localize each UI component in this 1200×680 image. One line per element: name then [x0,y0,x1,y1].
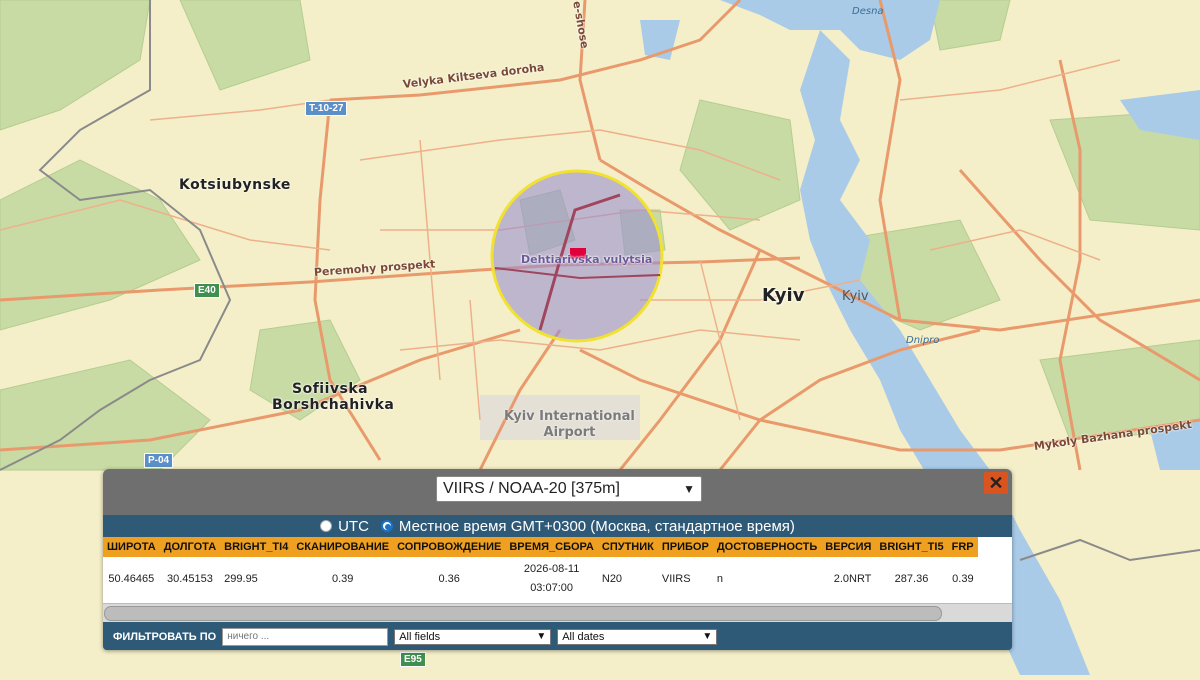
column-header[interactable]: ПРИБОР [657,537,713,557]
horizontal-scrollbar[interactable] [103,603,1012,622]
column-header[interactable]: ДОСТОВЕРНОСТЬ [712,537,822,557]
cell-satellite: N20 [601,572,623,585]
city-label-kyiv: Kyiv [762,285,805,306]
column-header[interactable]: ДОЛГОТА [159,537,221,557]
filter-label: ФИЛЬТРОВАТЬ ПО [113,630,217,643]
cell-date: 2026-08-11 [523,563,580,575]
column-header[interactable]: ШИРОТА [103,537,160,557]
airport-label-line1: Kyiv International [504,409,635,424]
column-header[interactable]: FRP [947,537,978,557]
road-shield-e40: E40 [194,283,220,298]
filter-input[interactable] [222,627,389,646]
place-label-borshchahivka: Borshchahivka [272,397,395,413]
local-time-radio[interactable] [380,520,393,532]
timezone-selector: UTC Местное время GMT+0300 (Москва, стан… [103,515,1012,537]
airport-label-line2: Airport [543,425,596,440]
chevron-down-icon: ▼ [536,631,547,642]
cell-bright-ti4: 299.95 [224,572,258,585]
scrollbar-thumb[interactable] [104,606,942,621]
local-time-label: Местное время GMT+0300 (Москва, стандарт… [398,517,795,535]
cell-frp: 0.39 [952,572,974,585]
cell-track: 0.36 [438,572,460,585]
column-header[interactable]: СПУТНИК [597,537,658,557]
column-header[interactable]: BRIGHT_TI4 [220,537,293,557]
road-label-dehtiarivska: Dehtiarivska vulytsia [521,253,653,266]
data-source-select[interactable]: VIIRS / NOAA-20 [375m] ▼ [436,476,702,502]
data-source-value: VIIRS / NOAA-20 [375m] [443,480,620,497]
place-label-sofiivska: Sofiivska [292,381,369,397]
column-header[interactable]: СКАНИРОВАНИЕ [292,537,394,557]
chevron-down-icon: ▼ [702,631,713,642]
filter-fields-select[interactable]: All fields ▼ [394,628,552,645]
cell-version: 2.0NRT [833,572,872,585]
utc-label: UTC [338,517,369,535]
cell-scan: 0.39 [332,572,354,585]
cell-instrument: VIIRS [661,572,691,585]
fire-data-table: ШИРОТА ДОЛГОТА BRIGHT_TI4 СКАНИРОВАНИЕ С… [103,537,978,601]
filter-dates-select[interactable]: All dates ▼ [557,628,718,645]
table-row[interactable]: 50.46465 30.45153 299.95 0.39 0.36 2026-… [103,557,978,601]
cell-longitude: 30.45153 [166,572,213,585]
cell-bright-ti5: 287.36 [894,572,929,585]
cell-acquisition-time: 2026-08-11 03:07:00 [505,557,598,601]
fire-info-panel: VIIRS / NOAA-20 [375m] ▼ ✕ UTC Местное в… [103,469,1012,650]
column-header[interactable]: ВРЕМЯ_СБОРА [505,537,598,557]
filter-fields-value: All fields [399,630,441,643]
column-header[interactable]: BRIGHT_TI5 [875,537,948,557]
column-header[interactable]: СОПРОВОЖДЕНИЕ [393,537,506,557]
close-button[interactable]: ✕ [984,472,1008,494]
fire-data-table-container: ШИРОТА ДОЛГОТА BRIGHT_TI4 СКАНИРОВАНИЕ С… [103,537,1012,603]
river-label-desna: Desna [852,6,884,17]
river-label-dnipro: Dnipro [906,335,940,346]
road-shield-p04: P-04 [144,453,174,468]
utc-radio[interactable] [320,520,333,532]
cell-time: 03:07:00 [530,582,574,594]
cell-confidence: n [716,572,723,585]
airport-label: Kyiv International Airport [504,409,635,441]
table-header-row: ШИРОТА ДОЛГОТА BRIGHT_TI4 СКАНИРОВАНИЕ С… [103,537,978,557]
place-label-kotsiubynske: Kotsiubynske [179,177,291,193]
column-header[interactable]: ВЕРСИЯ [821,537,876,557]
panel-header: VIIRS / NOAA-20 [375m] ▼ ✕ [103,469,1012,515]
city-label-kyiv-secondary: Kyiv [842,289,869,304]
road-shield-e95: E95 [400,652,426,667]
cell-latitude: 50.46465 [108,572,155,585]
road-shield-t1027: T-10-27 [305,101,348,116]
chevron-down-icon: ▼ [683,482,695,496]
filter-bar: ФИЛЬТРОВАТЬ ПО All fields ▼ All dates ▼ [103,622,1012,650]
filter-dates-value: All dates [562,630,605,643]
